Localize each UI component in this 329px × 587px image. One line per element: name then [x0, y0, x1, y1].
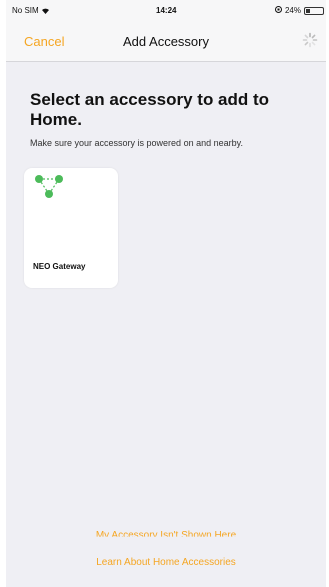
instruction-subtext: Make sure your accessory is powered on a… — [30, 138, 243, 148]
accessory-tile-neo-gateway[interactable]: NEO Gateway — [24, 168, 118, 288]
carrier-text: No SIM — [12, 6, 39, 15]
wifi-icon — [41, 6, 50, 15]
battery-percent: 24% — [284, 6, 301, 15]
status-right: 24% — [274, 6, 324, 15]
orientation-lock-icon — [274, 6, 282, 15]
battery-icon — [304, 6, 324, 15]
screen: No SIM 14:24 24% Cancel Add Accessory Se… — [6, 0, 326, 587]
accessory-not-shown-link[interactable]: My Accessory Isn't Shown Here — [6, 530, 326, 537]
status-bar: No SIM 14:24 24% — [6, 0, 326, 20]
carrier-label: No SIM — [12, 6, 50, 15]
page-title: Add Accessory — [123, 34, 209, 49]
loading-spinner-icon — [302, 32, 318, 48]
navigation-bar: Cancel Add Accessory — [6, 20, 326, 62]
accessory-name: NEO Gateway — [33, 262, 86, 271]
instruction-heading: Select an accessory to add to Home. — [30, 90, 270, 129]
network-nodes-icon — [32, 172, 72, 208]
status-time: 14:24 — [156, 6, 177, 15]
learn-about-accessories-link[interactable]: Learn About Home Accessories — [6, 557, 326, 568]
